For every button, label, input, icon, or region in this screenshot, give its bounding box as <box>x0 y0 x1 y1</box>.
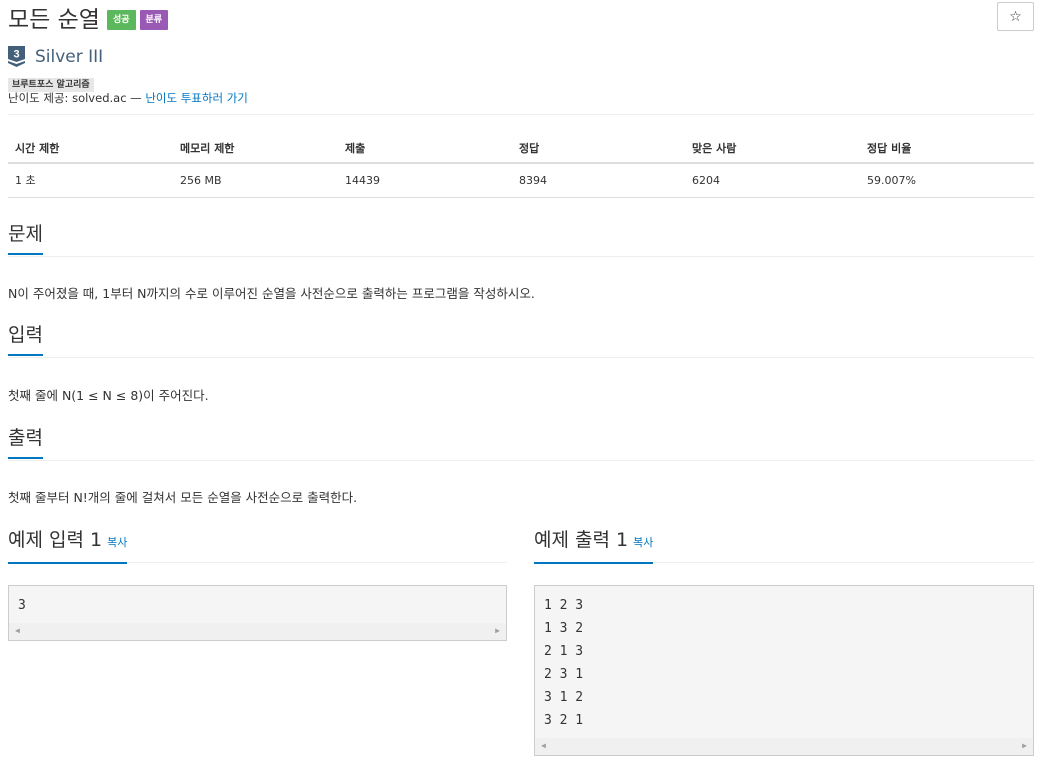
sample-output-scrollbar[interactable]: ◀ ▶ <box>535 738 1033 755</box>
tag-row: 브루트포스 알고리즘 <box>8 72 94 92</box>
input-description: 첫째 줄에 N(1 ≤ N ≤ 8)이 주어진다. <box>8 388 209 403</box>
problem-section-title: 문제 <box>8 221 43 255</box>
tier-name[interactable]: Silver III <box>35 47 103 67</box>
sample-line: 3 <box>18 598 26 613</box>
sample-input-title-wrap: 예제 입력 1 복사 <box>8 527 128 564</box>
problem-section-header: 문제 <box>8 221 1034 257</box>
scroll-right-icon[interactable]: ▶ <box>495 626 500 635</box>
difficulty-prefix: 난이도 제공: solved.ac — <box>8 91 146 105</box>
page-title: 모든 순열 <box>8 7 100 33</box>
cell-submissions: 14439 <box>338 163 512 198</box>
sample-output-copy-button[interactable]: 복사 <box>633 536 653 549</box>
sample-line: 1 3 2 <box>544 621 584 636</box>
sample-output-title-wrap: 예제 출력 1 복사 <box>534 527 654 564</box>
table-header-row: 시간 제한 메모리 제한 제출 정답 맞은 사람 정답 비율 <box>8 134 1034 164</box>
output-section-title: 출력 <box>8 425 43 459</box>
scroll-left-icon[interactable]: ◀ <box>15 626 20 635</box>
divider <box>8 114 1034 115</box>
sample-line: 3 1 2 <box>544 690 584 705</box>
input-section-title: 입력 <box>8 322 43 356</box>
problem-info-table: 시간 제한 메모리 제한 제출 정답 맞은 사람 정답 비율 1 초 256 M… <box>8 134 1034 198</box>
problem-description: N이 주어졌을 때, 1부터 N까지의 수로 이루어진 순열을 사전순으로 출력… <box>8 286 535 301</box>
header-accepted: 정답 <box>512 134 685 164</box>
cell-accepted: 8394 <box>512 163 685 198</box>
sample-input-scrollbar[interactable]: ◀ ▶ <box>9 623 506 640</box>
sample-line: 3 2 1 <box>544 713 584 728</box>
star-icon: ☆ <box>1009 8 1022 25</box>
favorite-star-button[interactable]: ☆ <box>997 2 1034 31</box>
tier-number: 3 <box>13 49 19 61</box>
cell-accept-ratio: 59.007% <box>860 163 1034 198</box>
input-section-header: 입력 <box>8 322 1034 358</box>
difficulty-line: 난이도 제공: solved.ac — 난이도 투표하러 가기 <box>8 90 248 106</box>
output-description: 첫째 줄부터 N!개의 줄에 걸쳐서 모든 순열을 사전순으로 출력한다. <box>8 490 358 505</box>
scroll-right-icon[interactable]: ▶ <box>1022 741 1027 750</box>
sample-input-lines: 3 <box>9 586 506 619</box>
sample-line: 1 2 3 <box>544 598 584 613</box>
sample-input-copy-button[interactable]: 복사 <box>107 536 127 549</box>
sample-output-lines: 1 2 3 1 3 2 2 1 3 2 3 1 3 1 2 3 2 1 <box>535 586 1033 734</box>
sample-input-header: 예제 입력 1 복사 <box>8 527 507 564</box>
output-section-header: 출력 <box>8 425 1034 461</box>
sample-input-title: 예제 입력 1 <box>8 529 103 551</box>
silver-tier-icon[interactable]: 3 <box>8 46 25 68</box>
header-solvers: 맞은 사람 <box>685 134 860 164</box>
header-submissions: 제출 <box>338 134 512 164</box>
header-memory-limit: 메모리 제한 <box>173 134 338 164</box>
success-badge[interactable]: 성공 <box>106 10 136 30</box>
scroll-left-icon[interactable]: ◀ <box>541 741 546 750</box>
header-time-limit: 시간 제한 <box>8 134 173 164</box>
cell-memory-limit: 256 MB <box>173 163 338 198</box>
sample-output-title: 예제 출력 1 <box>534 529 629 551</box>
header-accept-ratio: 정답 비율 <box>860 134 1034 164</box>
table-row: 1 초 256 MB 14439 8394 6204 59.007% <box>8 163 1034 198</box>
cell-time-limit: 1 초 <box>8 163 173 198</box>
tier-row: 3 Silver III <box>8 45 103 69</box>
difficulty-vote-link[interactable]: 난이도 투표하러 가기 <box>145 91 248 105</box>
title-row: 모든 순열 성공 분류 <box>8 4 169 36</box>
sample-line: 2 3 1 <box>544 667 584 682</box>
sample-line: 2 1 3 <box>544 644 584 659</box>
sample-output-header: 예제 출력 1 복사 <box>534 527 1034 564</box>
cell-solvers: 6204 <box>685 163 860 198</box>
sample-output-box[interactable]: 1 2 3 1 3 2 2 1 3 2 3 1 3 1 2 3 2 1 ◀ ▶ <box>534 585 1034 756</box>
sample-input-box[interactable]: 3 ◀ ▶ <box>8 585 507 641</box>
class-badge[interactable]: 분류 <box>139 10 169 30</box>
